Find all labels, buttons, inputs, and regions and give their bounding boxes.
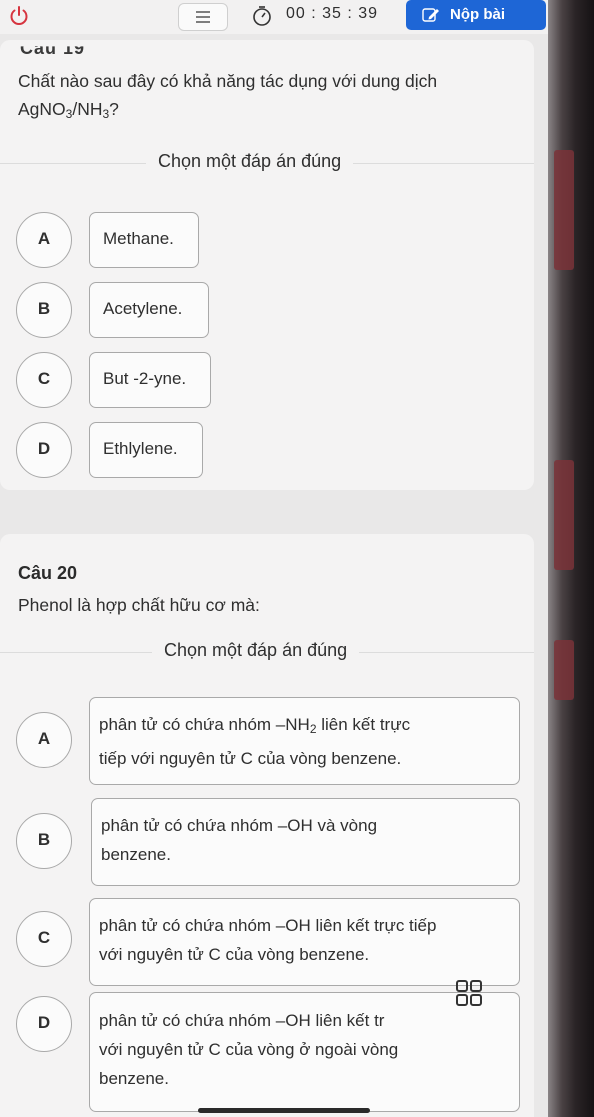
option-letter: B (37, 299, 51, 318)
home-indicator (198, 1108, 370, 1113)
submit-button[interactable]: Nộp bài (406, 0, 546, 30)
instruction-text: Chọn một đáp án đúng (152, 640, 360, 661)
option-d-radio[interactable]: D (16, 422, 72, 478)
option-c-line1: phân tử có chứa nhóm –OH liên kết trực t… (99, 916, 437, 935)
question-text: Phenol là hợp chất hữu cơ mà: (18, 595, 260, 615)
text-sub: 2 (309, 722, 317, 736)
option-c-radio[interactable]: C (16, 352, 72, 408)
option-letter: B (37, 830, 51, 849)
option-d-text: Ethlylene. (103, 439, 178, 458)
option-a-line1: phân tử có chứa nhóm –NH2 liên kết trực (99, 710, 410, 744)
option-c-radio[interactable]: C (16, 911, 72, 967)
option-d-line3: benzene. (99, 1069, 169, 1088)
option-d-radio[interactable]: D (16, 996, 72, 1052)
grid-icon[interactable] (454, 978, 484, 1008)
option-b-text: phân tử có chứa nhóm –OH và vòng benzene… (101, 811, 377, 869)
option-letter: D (37, 1013, 51, 1032)
option-a-radio[interactable]: A (16, 712, 72, 768)
formula-part: /NH (72, 99, 103, 119)
question-text: Chất nào sau đây có khả năng tác dụng vớ… (18, 67, 437, 128)
question-text-line1: Chất nào sau đây có khả năng tác dụng vớ… (18, 71, 438, 91)
edge-reflection (554, 150, 574, 270)
option-letter: A (37, 729, 51, 748)
submit-label: Nộp bài (450, 6, 505, 23)
option-d-line2: với nguyên tử C của vòng ở ngoài vòng (99, 1040, 399, 1059)
option-d-line1: phân tử có chứa nhóm –OH liên kết tr (99, 1011, 385, 1030)
text-part: phân tử có chứa nhóm –NH (99, 715, 310, 734)
option-a-text: phân tử có chứa nhóm –NH2 liên kết trực … (99, 710, 410, 773)
question-card-20: Câu 20 Phenol là hợp chất hữu cơ mà: Chọ… (0, 534, 534, 1117)
option-c-text: phân tử có chứa nhóm –OH liên kết trực t… (99, 911, 436, 969)
option-b-line2: benzene. (101, 845, 171, 864)
formula-part: ? (109, 99, 119, 119)
option-letter: C (37, 928, 51, 947)
question-heading-cut: Câu 19 (20, 38, 86, 58)
countdown-timer: 00 : 35 : 39 (286, 5, 379, 22)
option-b-radio[interactable]: B (16, 282, 72, 338)
device-edge (548, 0, 594, 1117)
text-part: liên kết trực (316, 715, 411, 734)
option-c-text: But -2-yne. (103, 369, 187, 388)
top-bar: 00 : 35 : 39 Nộp bài (0, 0, 548, 34)
edge-reflection (554, 640, 574, 700)
option-b-line1: phân tử có chứa nhóm –OH và vòng (101, 816, 378, 835)
timer-icon (253, 6, 271, 26)
instruction-text: Chọn một đáp án đúng (146, 151, 354, 172)
edit-icon (422, 8, 439, 22)
option-a-radio[interactable]: A (16, 212, 72, 268)
quiz-screen: 00 : 35 : 39 Nộp bài Câu 19 Chất nào sau… (0, 0, 548, 1117)
option-a-line2: tiếp với nguyên tử C của vòng benzene. (99, 749, 402, 768)
option-d-text: phân tử có chứa nhóm –OH liên kết tr với… (99, 1006, 398, 1093)
question-formula: AgNO3/NH3? (18, 95, 437, 128)
option-b-text: Acetylene. (103, 299, 183, 318)
question-card-19: Câu 19 Chất nào sau đây có khả năng tác … (0, 40, 534, 490)
option-letter: D (37, 439, 51, 458)
power-icon[interactable] (8, 5, 30, 27)
question-title: Câu 20 (18, 563, 78, 583)
question-list-button[interactable] (178, 3, 228, 31)
option-c-line2: với nguyên tử C của vòng benzene. (99, 945, 370, 964)
menu-list-icon (196, 11, 210, 23)
formula-part: AgNO (18, 99, 66, 119)
edge-reflection (554, 460, 574, 570)
option-letter: A (37, 229, 51, 248)
option-b-radio[interactable]: B (16, 813, 72, 869)
option-a-text: Methane. (103, 229, 174, 248)
option-letter: C (37, 369, 51, 388)
